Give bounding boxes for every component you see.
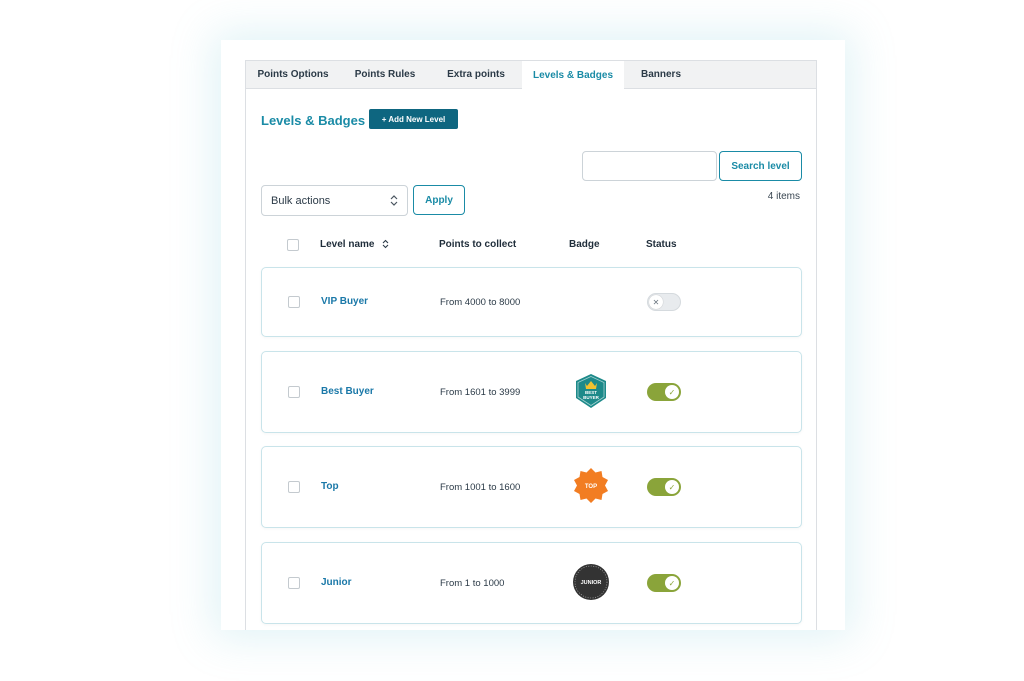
levels-card: Points Options Points Rules Extra points… [221, 40, 845, 630]
row-checkbox[interactable] [288, 386, 300, 398]
tab-banners[interactable]: Banners [624, 61, 698, 88]
row-checkbox[interactable] [288, 577, 300, 589]
tab-extra-points[interactable]: Extra points [430, 61, 522, 88]
points-range: From 1 to 1000 [440, 578, 505, 589]
status-toggle[interactable]: ✓ [647, 574, 681, 592]
search-input[interactable] [582, 151, 717, 181]
add-new-level-button[interactable]: + Add New Level [369, 109, 458, 129]
table-row: VIP Buyer From 4000 to 8000 ✕ [261, 267, 802, 337]
check-icon: ✓ [665, 385, 679, 399]
search-level-button[interactable]: Search level [719, 151, 802, 181]
row-checkbox[interactable] [288, 296, 300, 308]
junior-badge-icon: JUNIOR [573, 564, 609, 600]
column-level-name[interactable]: Level name [320, 239, 389, 250]
level-name-link[interactable]: Top [321, 481, 339, 492]
column-status: Status [646, 239, 677, 250]
column-badge: Badge [569, 239, 600, 250]
level-name-link[interactable]: VIP Buyer [321, 296, 368, 307]
points-range: From 1001 to 1600 [440, 482, 521, 493]
table-row: Junior From 1 to 1000 JUNIOR ✓ [261, 542, 802, 624]
tab-points-options[interactable]: Points Options [246, 61, 340, 88]
sort-icon[interactable] [382, 239, 389, 249]
status-toggle[interactable]: ✕ [647, 293, 681, 311]
level-name-link[interactable]: Best Buyer [321, 386, 374, 397]
stage: Points Options Points Rules Extra points… [0, 0, 1024, 681]
top-badge-icon: TOP [574, 468, 608, 503]
check-icon: ✓ [665, 576, 679, 590]
tab-levels-badges[interactable]: Levels & Badges [522, 61, 624, 90]
badge-text: TOP [585, 484, 597, 490]
points-range: From 4000 to 8000 [440, 297, 521, 308]
points-range: From 1601 to 3999 [440, 387, 521, 398]
status-toggle[interactable]: ✓ [647, 478, 681, 496]
items-count: 4 items [767, 191, 800, 202]
apply-button[interactable]: Apply [413, 185, 465, 215]
tab-bar: Points Options Points Rules Extra points… [246, 61, 816, 90]
column-points: Points to collect [439, 239, 517, 250]
badge-text: JUNIOR [581, 580, 602, 586]
page-title: Levels & Badges [261, 113, 366, 128]
row-checkbox[interactable] [288, 481, 300, 493]
close-icon: ✕ [649, 295, 663, 309]
column-level-name-label: Level name [320, 239, 375, 250]
select-all-checkbox[interactable] [287, 239, 299, 251]
level-name-link[interactable]: Junior [321, 577, 352, 588]
table-row: Best Buyer From 1601 to 3999 BEST BUYER ✓ [261, 351, 802, 433]
best-buyer-badge-icon: BEST BUYER [576, 374, 606, 408]
status-toggle[interactable]: ✓ [647, 383, 681, 401]
tab-points-rules[interactable]: Points Rules [340, 61, 430, 88]
check-icon: ✓ [665, 480, 679, 494]
table-header: Level name Points to collect Badge Statu… [261, 233, 802, 257]
bulk-actions-select[interactable]: Bulk actions [261, 185, 408, 216]
select-arrows-icon [390, 195, 398, 206]
table-row: Top From 1001 to 1600 TOP ✓ [261, 446, 802, 528]
settings-panel: Points Options Points Rules Extra points… [245, 60, 817, 630]
bulk-actions-value: Bulk actions [271, 194, 331, 207]
